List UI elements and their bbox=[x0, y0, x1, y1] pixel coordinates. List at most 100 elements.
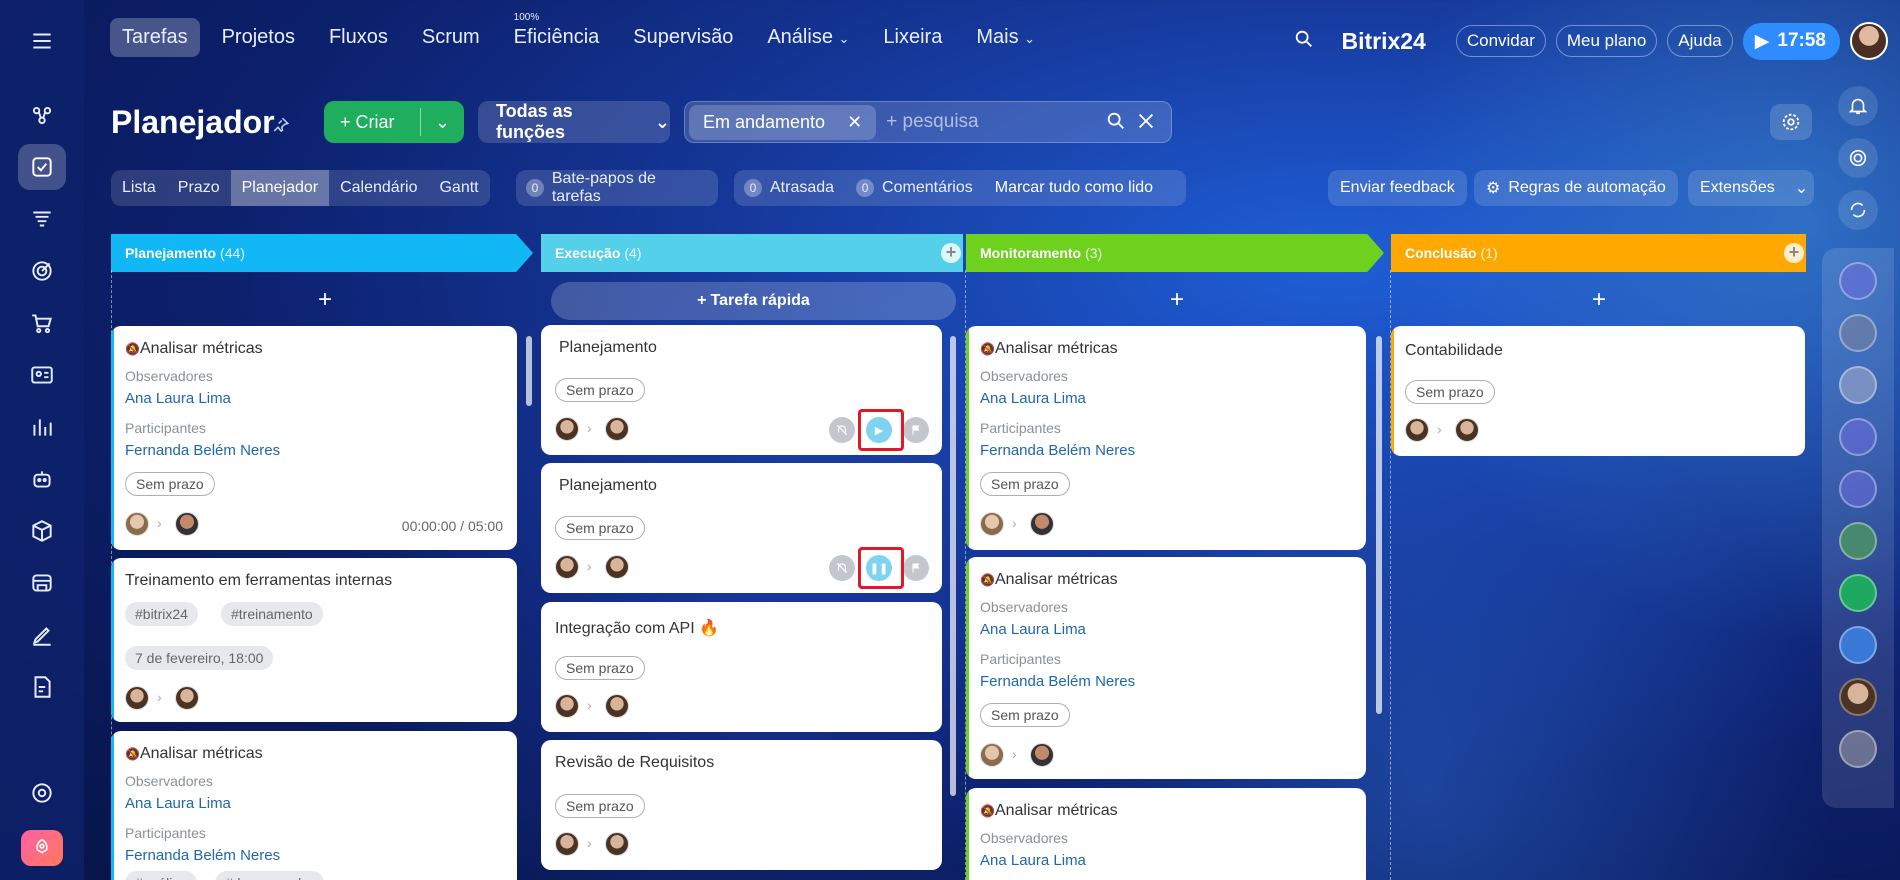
view-tab-planner[interactable]: Planejador bbox=[230, 170, 330, 206]
comments-counter[interactable]: 0 Comentários bbox=[856, 179, 973, 197]
add-column-icon[interactable]: + bbox=[941, 243, 961, 263]
tasks-icon[interactable] bbox=[18, 144, 66, 190]
creator-avatar[interactable] bbox=[555, 555, 579, 579]
chat-avatar[interactable] bbox=[1839, 262, 1877, 300]
observer-link[interactable]: Ana Laura Lima bbox=[125, 390, 231, 407]
scrollbar[interactable] bbox=[1376, 336, 1382, 714]
quick-task-button[interactable]: + Tarefa rápida bbox=[551, 282, 956, 320]
chat-avatar[interactable] bbox=[1839, 522, 1877, 560]
chat-avatar[interactable] bbox=[1839, 470, 1877, 508]
responsible-avatar[interactable] bbox=[605, 832, 629, 856]
creator-avatar[interactable] bbox=[555, 832, 579, 856]
automation-rules-button[interactable]: ⚙ Regras de automação bbox=[1474, 170, 1678, 206]
creator-avatar[interactable] bbox=[555, 694, 579, 718]
nav-tab-supervision[interactable]: Supervisão bbox=[621, 18, 745, 57]
creator-avatar[interactable] bbox=[125, 686, 149, 710]
nav-tab-projects[interactable]: Projetos bbox=[210, 18, 307, 57]
responsible-avatar[interactable] bbox=[605, 417, 629, 441]
column-header-done[interactable]: Conclusão (1) + bbox=[1391, 234, 1806, 272]
task-card[interactable]: Integração com API 🔥 Sem prazo › bbox=[541, 602, 942, 732]
view-tab-deadline[interactable]: Prazo bbox=[167, 170, 231, 206]
responsible-avatar[interactable] bbox=[1030, 743, 1054, 767]
clear-icon[interactable] bbox=[1135, 110, 1157, 132]
target-icon[interactable] bbox=[18, 248, 66, 294]
gear-icon[interactable] bbox=[1770, 104, 1812, 140]
flag-icon[interactable] bbox=[903, 417, 929, 443]
task-card[interactable]: Contabilidade Sem prazo › bbox=[1391, 326, 1805, 456]
column-header-monitoring[interactable]: Monitoramento (3) bbox=[966, 234, 1384, 272]
user-avatar[interactable] bbox=[1850, 22, 1888, 60]
menu-icon[interactable] bbox=[18, 18, 66, 64]
view-tab-list[interactable]: Lista bbox=[111, 170, 167, 206]
observer-link[interactable]: Ana Laura Lima bbox=[980, 852, 1086, 869]
deadline-badge[interactable]: Sem prazo bbox=[555, 656, 645, 680]
deadline-badge[interactable]: Sem prazo bbox=[125, 472, 215, 496]
search-input[interactable]: + pesquisa bbox=[886, 111, 978, 133]
column-header-execution[interactable]: Execução (4) + bbox=[541, 234, 963, 272]
copilot-icon[interactable] bbox=[1838, 138, 1878, 178]
chat-avatar[interactable] bbox=[1839, 574, 1877, 612]
bell-icon[interactable] bbox=[1838, 86, 1878, 126]
deadline-badge[interactable]: 7 de fevereiro, 18:00 bbox=[125, 646, 274, 670]
feedback-button[interactable]: Enviar feedback bbox=[1328, 170, 1467, 206]
deadline-badge[interactable]: Sem prazo bbox=[980, 703, 1070, 727]
scrollbar[interactable] bbox=[950, 336, 956, 796]
chevron-down-icon[interactable]: ⌄ bbox=[421, 112, 464, 133]
plan-button[interactable]: Meu plano bbox=[1555, 25, 1658, 57]
view-tab-calendar[interactable]: Calendário bbox=[329, 170, 428, 206]
tag-badge[interactable]: #treinamento bbox=[221, 602, 323, 626]
close-icon[interactable]: ✕ bbox=[847, 112, 862, 133]
responsible-avatar[interactable] bbox=[1030, 512, 1054, 536]
box-icon[interactable] bbox=[18, 508, 66, 554]
brand-logo[interactable]: Bitrix24 bbox=[1341, 28, 1425, 55]
filter-chip[interactable]: Em andamento ✕ bbox=[689, 104, 877, 140]
task-card[interactable]: 🔕Analisar métricas Observadores Ana Laur… bbox=[111, 326, 517, 550]
create-button[interactable]: + Criar ⌄ bbox=[324, 101, 464, 143]
creator-avatar[interactable] bbox=[1405, 418, 1429, 442]
add-task-planning-button[interactable]: + bbox=[318, 286, 332, 314]
search-icon[interactable] bbox=[1293, 28, 1315, 55]
extensions-button[interactable]: Extensões ⌄ bbox=[1688, 170, 1814, 206]
task-card[interactable]: 🔕Analisar métricas Observadores Ana Laur… bbox=[966, 326, 1366, 550]
chat-avatar[interactable] bbox=[1839, 730, 1877, 768]
nav-tab-flows[interactable]: Fluxos bbox=[317, 18, 400, 57]
roles-dropdown[interactable]: Todas as funções ⌄ bbox=[478, 101, 670, 143]
flag-icon[interactable] bbox=[903, 555, 929, 581]
sync-icon[interactable] bbox=[1838, 190, 1878, 230]
tag-badge[interactable]: #bitrix24 bbox=[125, 602, 198, 626]
deadline-badge[interactable]: Sem prazo bbox=[555, 516, 645, 540]
nav-tab-trash[interactable]: Lixeira bbox=[871, 18, 954, 57]
chat-avatar[interactable] bbox=[1839, 418, 1877, 456]
task-card[interactable]: 🔕Analisar métricas Observadores Ana Laur… bbox=[966, 557, 1366, 779]
add-column-icon[interactable]: + bbox=[1784, 243, 1804, 263]
tag-badge[interactable]: #análise bbox=[125, 871, 198, 880]
tag-badge[interactable]: #desempenho bbox=[215, 871, 324, 880]
observer-link[interactable]: Ana Laura Lima bbox=[980, 390, 1086, 407]
rocket-icon[interactable] bbox=[21, 830, 63, 866]
bookmark-icon[interactable] bbox=[1839, 626, 1877, 664]
chat-avatar[interactable] bbox=[1839, 366, 1877, 404]
nav-tab-efficiency[interactable]: 100% Eficiência bbox=[502, 12, 612, 57]
participant-link[interactable]: Fernanda Belém Neres bbox=[980, 673, 1135, 690]
settings-icon[interactable] bbox=[18, 770, 66, 816]
responsible-avatar[interactable] bbox=[175, 512, 199, 536]
participant-link[interactable]: Fernanda Belém Neres bbox=[125, 847, 280, 864]
nav-tab-scrum[interactable]: Scrum bbox=[410, 18, 492, 57]
analytics-icon[interactable] bbox=[18, 404, 66, 450]
store-icon[interactable] bbox=[18, 560, 66, 606]
creator-avatar[interactable] bbox=[125, 512, 149, 536]
responsible-avatar[interactable] bbox=[605, 694, 629, 718]
overdue-counter[interactable]: 0 Atrasada bbox=[744, 179, 834, 197]
responsible-avatar[interactable] bbox=[1455, 418, 1479, 442]
help-button[interactable]: Ajuda bbox=[1667, 25, 1733, 57]
participant-link[interactable]: Fernanda Belém Neres bbox=[980, 442, 1135, 459]
mark-all-read-button[interactable]: Marcar tudo como lido bbox=[995, 179, 1153, 197]
invite-button[interactable]: Convidar bbox=[1455, 25, 1546, 57]
nav-tab-tasks[interactable]: Tarefas bbox=[110, 17, 200, 57]
nav-tab-analysis[interactable]: Análise ⌄ bbox=[755, 18, 861, 57]
task-card[interactable]: 🔕Analisar métricas Observadores Ana Laur… bbox=[966, 788, 1366, 880]
mute-icon[interactable] bbox=[829, 417, 855, 443]
task-card[interactable]: Revisão de Requisitos Sem prazo › bbox=[541, 740, 942, 870]
chat-avatar[interactable] bbox=[1839, 678, 1877, 716]
view-tab-gantt[interactable]: Gantt bbox=[428, 170, 489, 206]
